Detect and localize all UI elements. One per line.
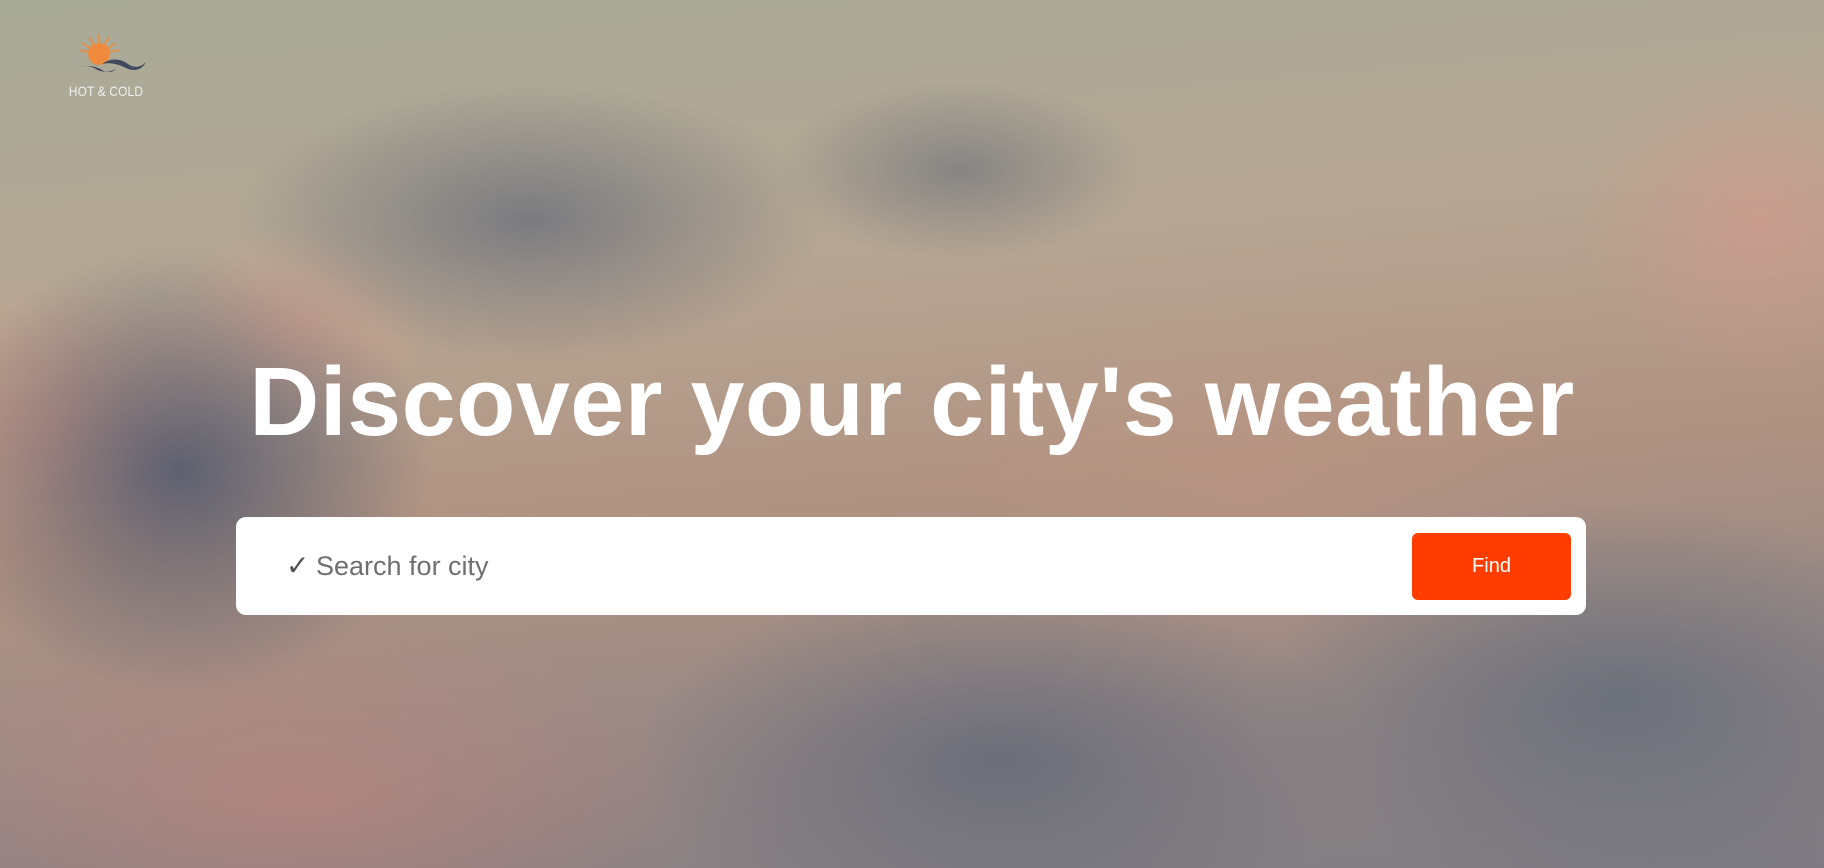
search-bar: ✓ Find [236, 517, 1586, 615]
search-input[interactable] [316, 541, 1316, 591]
checkmark-icon: ✓ [286, 550, 310, 581]
brand-logo[interactable]: HOT & COLD [58, 28, 154, 108]
sun-waves-icon [66, 34, 146, 74]
brand-name: HOT & COLD [68, 83, 144, 99]
find-button[interactable]: Find [1412, 533, 1571, 600]
page-background: HOT & COLD Discover your city's weather … [0, 0, 1824, 868]
page-title: Discover your city's weather [249, 347, 1575, 456]
